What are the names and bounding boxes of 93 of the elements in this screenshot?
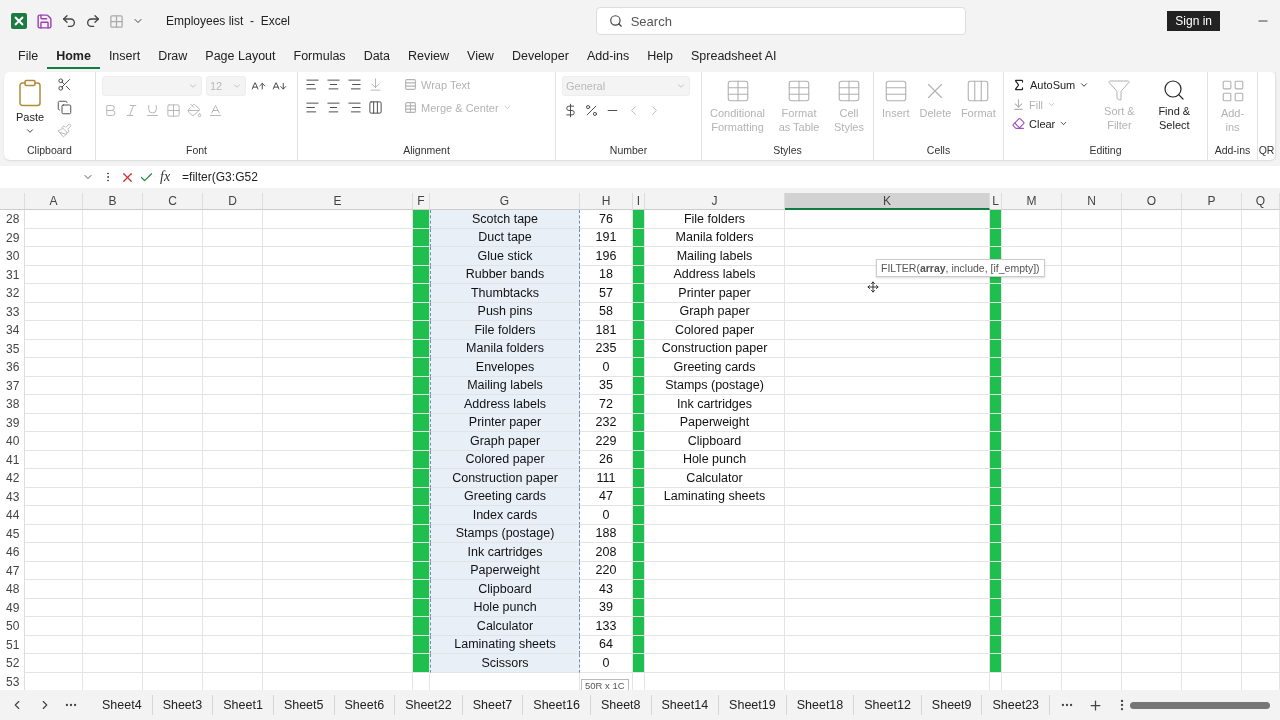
table-cell: Graph paper [430, 432, 580, 451]
table-cell: Clipboard [645, 432, 785, 451]
clear-button[interactable]: Clear [1010, 115, 1092, 132]
table-cell: Address labels [645, 265, 785, 284]
sheet-tab[interactable]: Sheet19 [719, 695, 787, 715]
column-header[interactable]: I [633, 193, 645, 210]
sheet-tab[interactable]: Sheet18 [786, 695, 855, 715]
sheet-tab[interactable]: Sheet6 [334, 695, 396, 715]
menu-tab[interactable]: Help [638, 45, 682, 69]
menu-tab[interactable]: Developer [502, 45, 578, 69]
column-header[interactable]: A [25, 193, 83, 210]
column-header[interactable]: L [990, 193, 1002, 210]
column-header[interactable]: E [263, 193, 413, 210]
window-title: Employees list - Excel [166, 14, 291, 28]
table-cell: Calculator [430, 617, 580, 636]
group-label: Styles [773, 144, 802, 158]
group-label: Clipboard [27, 144, 72, 158]
table-cell: Scotch tape [430, 210, 580, 229]
group-label: Editing [1089, 144, 1122, 158]
table-cell: Address labels [430, 395, 580, 414]
table-cell: Clipboard [430, 580, 580, 599]
menu-tab[interactable]: Review [399, 45, 459, 69]
column-header[interactable]: P [1182, 193, 1242, 210]
insert-function-button[interactable]: fx [160, 169, 171, 185]
menu-tab[interactable]: Home [47, 45, 100, 69]
sheet-tab[interactable]: Sheet5 [273, 695, 335, 715]
table-cell: Calculator [645, 469, 785, 488]
menu-tab[interactable]: Spreadsheet AI [682, 45, 786, 69]
sheet-tab[interactable]: Sheet7 [462, 695, 524, 715]
menu-tab[interactable]: Page Layout [196, 45, 285, 69]
menu-tab[interactable]: Data [354, 45, 400, 69]
column-header[interactable]: B [83, 193, 143, 210]
menu-tab[interactable]: File [9, 45, 48, 69]
column-header[interactable]: C [143, 193, 203, 210]
column-header[interactable]: N [1062, 193, 1122, 210]
menu-tab[interactable]: Add-ins [577, 45, 639, 69]
table-cell: Envelopes [430, 358, 580, 377]
table-cell: Mailing labels [645, 247, 785, 266]
table-cell: Thumbtacks [430, 284, 580, 303]
column-header[interactable]: G [430, 193, 580, 210]
sheet-tab[interactable]: Sheet14 [651, 695, 720, 715]
table-cell: Construction paper [645, 339, 785, 358]
column-header[interactable]: F [413, 193, 430, 210]
column-header[interactable]: M [1002, 193, 1062, 210]
sheet-tab[interactable]: Sheet8 [590, 695, 652, 715]
menu-tab[interactable]: Draw [149, 45, 197, 69]
column-header[interactable]: D [203, 193, 263, 210]
sheet-tab[interactable]: Sheet3 [152, 695, 214, 715]
table-cell: Laminating sheets [645, 487, 785, 506]
sheet-tab[interactable]: Sheet12 [854, 695, 922, 715]
sheet-tab[interactable]: Sheet1 [213, 695, 274, 715]
column-header[interactable]: J [645, 193, 785, 210]
column-header[interactable]: O [1122, 193, 1182, 210]
table-cell: Colored paper [645, 321, 785, 340]
column-header[interactable]: H [580, 193, 633, 210]
group-label: Number [609, 144, 648, 158]
autosum-button[interactable]: AutoSum [1010, 76, 1092, 94]
column-header[interactable]: K [785, 193, 990, 210]
table-cell: Manila folders [645, 228, 785, 247]
group-label: Add-ins [1214, 144, 1251, 158]
table-cell: Ink cartridges [645, 395, 785, 414]
table-cell: Ink cartridges [430, 543, 580, 562]
table-cell: Scissors [430, 654, 580, 673]
table-cell: Hole punch [645, 450, 785, 469]
table-cell: Greeting cards [645, 358, 785, 377]
sheet-tab[interactable]: Sheet23 [982, 695, 1051, 715]
function-tooltip: FILTER(array, include, [if_empty]) [876, 259, 1045, 277]
paste-button[interactable]: Paste [10, 76, 50, 138]
sheet-tab[interactable]: Sheet9 [921, 695, 983, 715]
sign-in-button[interactable]: Sign in [1167, 11, 1220, 31]
search-field[interactable]: Search [595, 7, 966, 35]
sheet-tab[interactable]: Sheet4 [92, 695, 153, 715]
table-cell: Construction paper [430, 469, 580, 488]
group-label: Font [186, 144, 207, 158]
menu-tab[interactable]: Formulas [284, 45, 355, 69]
table-cell: File folders [645, 210, 785, 229]
formula-field[interactable]: =filter(G3:G52 [182, 170, 258, 184]
column-header[interactable]: Q [1242, 193, 1280, 210]
sheet-tab[interactable]: Sheet22 [395, 695, 463, 715]
group-label: Alignment [403, 144, 450, 158]
menu-tab[interactable]: View [458, 45, 503, 69]
table-cell: File folders [430, 321, 580, 340]
group-label: Cells [926, 144, 951, 158]
sheet-tab[interactable]: Sheet16 [523, 695, 591, 715]
menu-tab[interactable]: Insert [99, 45, 150, 69]
table-cell: Glue stick [430, 247, 580, 266]
table-cell: Graph paper [645, 302, 785, 321]
table-cell: Index cards [430, 506, 580, 525]
find-select-button[interactable]: Find & Select [1147, 76, 1201, 134]
table-cell: Paperweight [645, 413, 785, 432]
table-cell: Printer paper [645, 284, 785, 303]
table-cell: Stamps (postage) [645, 376, 785, 395]
group-label: QR [1258, 144, 1275, 158]
